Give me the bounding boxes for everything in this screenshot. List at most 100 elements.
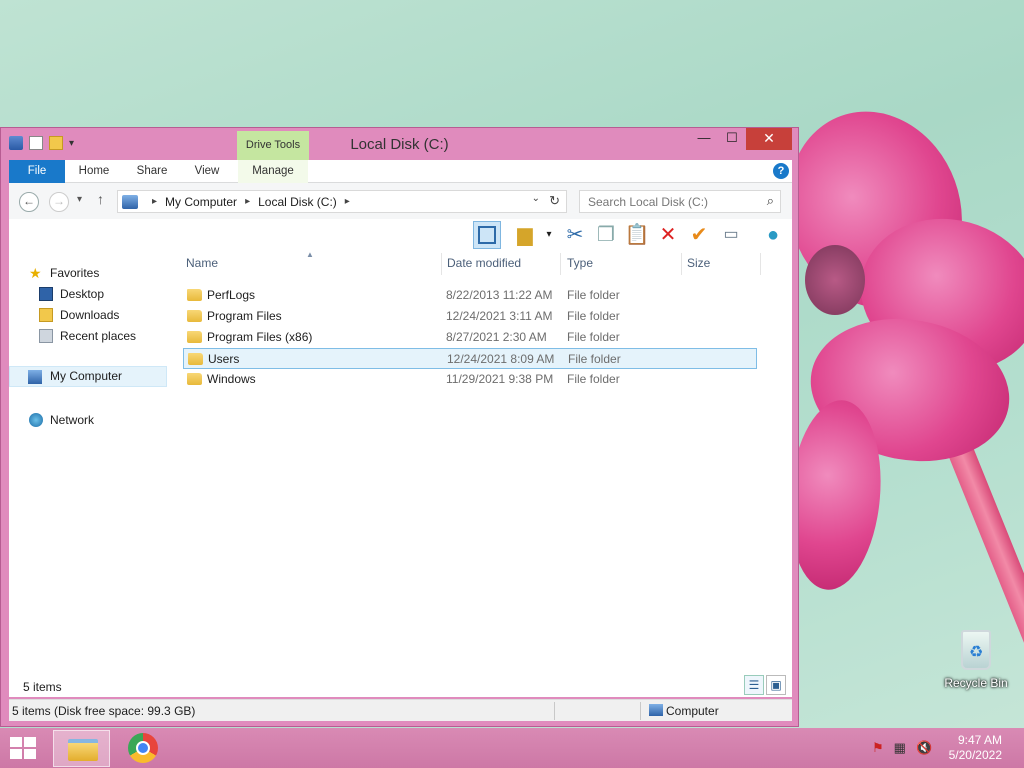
breadcrumb-chevron-icon[interactable]: ▸ [245,196,250,207]
tab-share[interactable]: Share [127,160,177,183]
file-date: 12/24/2021 8:09 AM [447,352,555,366]
file-name: Program Files (x86) [207,330,313,344]
computer-icon [649,704,663,716]
search-input[interactable]: Search Local Disk (C:) ⌕ [579,190,781,213]
sidebar-item-label: Favorites [50,266,100,280]
column-header-type[interactable]: Type [567,256,593,270]
tab-manage[interactable]: Manage [238,160,308,183]
sort-arrow-icon: ▲ [306,250,314,259]
downloads-icon [39,308,53,322]
table-row[interactable]: Windows 11/29/2021 9:38 PM File folder [183,369,757,390]
file-type: File folder [567,330,620,344]
navigation-bar: ← → ▾ ↑ ▸ My Computer ▸ Local Disk (C:) … [9,183,792,219]
sidebar-item-label: Recent places [60,329,137,343]
breadcrumb-chevron-icon[interactable]: ▸ [345,196,350,207]
sidebar-item-network[interactable]: Network [9,410,167,431]
computer-icon [122,194,138,209]
table-row-selected[interactable]: Users 12/24/2021 8:09 AM File folder [183,348,757,369]
refresh-icon[interactable]: ↻ [549,193,560,209]
forward-button[interactable]: → [49,192,69,212]
column-header-date[interactable]: Date modified [447,256,521,270]
sidebar-item-desktop[interactable]: Desktop [9,284,167,305]
sidebar-item-recent-places[interactable]: Recent places [9,326,167,347]
file-date: 8/22/2013 11:22 AM [446,288,553,302]
file-list: ▲ Name Date modified Type Size PerfLogs … [167,250,792,681]
column-divider[interactable] [760,253,761,275]
network-globe-icon[interactable]: ● [759,221,787,249]
sidebar-item-label: My Computer [50,369,123,383]
cut-icon[interactable]: ✂ [561,221,589,249]
status-text: 5 items (Disk free space: 99.3 GB) [12,704,196,718]
tab-view[interactable]: View [183,160,231,183]
item-count-bar: 5 items ☰ ▣ [9,675,792,697]
navigation-pane: ★ Favorites Desktop Downloads Recent pla… [9,251,167,681]
up-button[interactable]: ↑ [97,191,104,207]
system-clock[interactable]: 9:47 AM 5/20/2022 [949,733,1002,763]
sidebar-item-my-computer[interactable]: My Computer [9,366,167,387]
tab-home[interactable]: Home [69,160,119,183]
preview-pane-icon[interactable] [473,221,501,249]
item-count: 5 items [23,680,62,694]
recycle-bin-icon [961,630,991,670]
help-icon[interactable]: ? [773,163,789,179]
flower-petal [799,303,1021,477]
check-icon[interactable]: ✔ [685,221,713,249]
folder-icon [187,289,202,301]
close-button[interactable]: ✕ [746,128,792,150]
title-bar[interactable]: ▾ Drive Tools Local Disk (C:) — ☐ ✕ [1,128,798,160]
star-icon: ★ [29,265,42,281]
column-divider[interactable] [681,253,682,275]
copy-icon[interactable]: ❐ [592,221,620,249]
tab-file[interactable]: File [9,160,65,183]
breadcrumb-chevron-icon[interactable]: ▸ [152,196,157,207]
sidebar-item-label: Network [50,413,95,427]
folder-icon [188,353,203,365]
breadcrumb-local-disk[interactable]: Local Disk (C:) [258,195,337,209]
taskbar-chrome-icon[interactable] [128,733,158,763]
column-divider[interactable] [441,253,442,275]
maximize-button[interactable]: ☐ [718,128,746,150]
breadcrumb-my-computer[interactable]: My Computer [165,195,237,209]
recent-places-icon [39,329,53,343]
column-header-name[interactable]: Name [186,256,218,270]
folder-icon [187,331,202,343]
file-type: File folder [568,352,621,366]
back-button[interactable]: ← [19,192,39,212]
start-button[interactable] [10,737,38,761]
minimize-button[interactable]: — [690,128,718,150]
sidebar-item-label: Downloads [60,308,120,322]
explorer-window: ▾ Drive Tools Local Disk (C:) — ☐ ✕ File… [0,127,799,727]
volume-muted-icon[interactable]: 🔇 [916,740,932,756]
new-folder-dropdown-icon[interactable]: ▾ [535,221,563,249]
column-divider[interactable] [560,253,561,275]
sidebar-item-downloads[interactable]: Downloads [9,305,167,326]
status-divider [554,702,555,720]
details-view-icon[interactable]: ☰ [744,675,764,695]
action-center-flag-icon[interactable]: ⚑ [872,740,884,756]
network-tray-icon[interactable]: ▦ [894,740,906,756]
folder-icon [187,373,202,385]
table-row[interactable]: PerfLogs 8/22/2013 11:22 AM File folder [183,285,757,306]
command-toolbar: ▆ ▾ ✂ ❐ 📋 ✕ ✔ ▭ ● [9,219,792,251]
table-row[interactable]: Program Files 12/24/2021 3:11 AM File fo… [183,306,757,327]
recycle-bin-shortcut[interactable]: Recycle Bin [940,630,1012,690]
address-bar[interactable]: ▸ My Computer ▸ Local Disk (C:) ▸ ⌄ ↻ [117,190,567,213]
table-row[interactable]: Program Files (x86) 8/27/2021 2:30 AM Fi… [183,327,757,348]
file-date: 12/24/2021 3:11 AM [446,309,553,323]
search-icon[interactable]: ⌕ [767,193,774,209]
delete-icon[interactable]: ✕ [654,221,682,249]
recycle-bin-label: Recycle Bin [944,676,1008,690]
sidebar-item-label: Desktop [60,287,105,301]
recent-locations-icon[interactable]: ▾ [77,194,82,205]
paste-icon[interactable]: 📋 [623,221,651,249]
address-dropdown-icon[interactable]: ⌄ [532,193,540,204]
system-tray: ⚑ ▦ 🔇 [872,740,932,756]
sidebar-item-favorites[interactable]: ★ Favorites [9,263,167,284]
windows-logo-icon [10,749,22,759]
column-header-size[interactable]: Size [687,256,710,270]
ribbon-tabs: File Home Share View Manage ? [9,160,792,183]
windows-logo-icon [24,749,36,759]
rename-icon[interactable]: ▭ [717,221,745,249]
large-icons-view-icon[interactable]: ▣ [766,675,786,695]
taskbar-file-explorer[interactable] [53,730,110,767]
